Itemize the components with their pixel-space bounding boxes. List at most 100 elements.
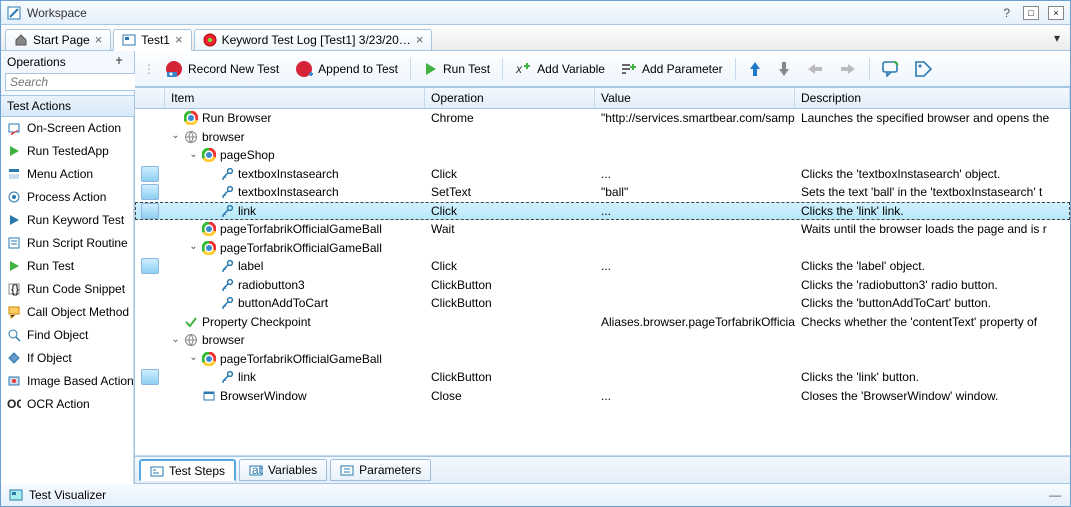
- item-cell: ⌄pageShop: [165, 148, 425, 162]
- table-row[interactable]: Property CheckpointAliases.browser.pageT…: [135, 313, 1070, 332]
- append-to-test-button[interactable]: Append to Test: [288, 55, 404, 83]
- value-cell: ...: [595, 389, 795, 403]
- add-variable-button[interactable]: x Add Variable: [509, 56, 611, 82]
- operation-icon: OCR: [7, 397, 21, 411]
- tab-test-steps[interactable]: Test Steps: [139, 459, 236, 481]
- tag-button[interactable]: [909, 57, 939, 81]
- tab-dropdown[interactable]: ▾: [1050, 31, 1064, 45]
- row-icon: [184, 333, 198, 347]
- table-row[interactable]: pageTorfabrikOfficialGameBallWaitWaits u…: [135, 220, 1070, 239]
- operation-item[interactable]: Run Test: [1, 255, 133, 278]
- tab-variables[interactable]: ab Variables: [239, 459, 327, 481]
- category-test-actions[interactable]: Test Actions: [1, 95, 134, 117]
- thumbnail-icon: [141, 369, 159, 385]
- operation-label: Run Code Snippet: [27, 282, 125, 296]
- operation-item[interactable]: Run TestedApp: [1, 140, 133, 163]
- operation-item[interactable]: If Object: [1, 347, 133, 370]
- record-new-test-button[interactable]: Record New Test: [158, 55, 285, 83]
- item-cell: buttonAddToCart: [165, 296, 425, 310]
- operation-item[interactable]: Process Action: [1, 186, 133, 209]
- home-icon: [14, 33, 28, 47]
- workspace-icon: [7, 6, 21, 20]
- operation-label: OCR Action: [27, 397, 90, 411]
- table-row[interactable]: textboxInstasearchClick...Clicks the 'te…: [135, 165, 1070, 184]
- expand-toggle[interactable]: ⌄: [171, 336, 180, 345]
- row-icon: [202, 352, 216, 366]
- expand-toggle[interactable]: ⌄: [189, 243, 198, 252]
- item-label: link: [238, 370, 256, 384]
- value-cell: ...: [595, 204, 795, 218]
- col-value-header[interactable]: Value: [595, 88, 795, 108]
- pin-icon[interactable]: [114, 57, 128, 67]
- row-icon: [220, 296, 234, 310]
- tab-test1[interactable]: Test1 ×: [113, 29, 191, 51]
- row-icon: [184, 130, 198, 144]
- table-row[interactable]: textboxInstasearchSetText"ball"Sets the …: [135, 183, 1070, 202]
- maximize-button[interactable]: □: [1023, 6, 1039, 20]
- table-row[interactable]: ⌄browser: [135, 128, 1070, 147]
- value-cell: "ball": [595, 185, 795, 199]
- row-icon: [202, 389, 216, 403]
- test-icon: [122, 33, 136, 47]
- tab-keyword-test-log[interactable]: Keyword Test Log [Test1] 3/23/20… ×: [194, 29, 433, 51]
- tab-parameters[interactable]: Parameters: [330, 459, 431, 481]
- operation-cell: Click: [425, 259, 595, 273]
- table-row[interactable]: buttonAddToCartClickButtonClicks the 'bu…: [135, 294, 1070, 313]
- operation-item[interactable]: Image Based Action: [1, 370, 133, 393]
- row-icon: [220, 278, 234, 292]
- table-row[interactable]: radiobutton3ClickButtonClicks the 'radio…: [135, 276, 1070, 295]
- editor-toolbar: ⋮ Record New Test Append to Test Run Tes…: [135, 51, 1070, 87]
- svg-text:x: x: [515, 62, 523, 76]
- value-cell: ...: [595, 259, 795, 273]
- operation-item[interactable]: On-Screen Action: [1, 117, 133, 140]
- comment-button[interactable]: [876, 57, 906, 81]
- visualizer-icon: [9, 488, 23, 502]
- col-description-header[interactable]: Description: [795, 88, 1070, 108]
- operation-item[interactable]: {}Run Code Snippet: [1, 278, 133, 301]
- operation-item[interactable]: Menu Action: [1, 163, 133, 186]
- expand-toggle[interactable]: ⌄: [189, 354, 198, 363]
- help-button[interactable]: ?: [1003, 6, 1010, 20]
- tab-start-page[interactable]: Start Page ×: [5, 29, 111, 51]
- item-cell: link: [165, 370, 425, 384]
- move-left-button[interactable]: [800, 58, 830, 80]
- close-icon[interactable]: ×: [175, 32, 183, 47]
- table-row[interactable]: linkClick...Clicks the 'link' link.: [135, 202, 1070, 221]
- move-down-button[interactable]: [771, 56, 797, 82]
- description-cell: Clicks the 'label' object.: [795, 259, 1070, 273]
- row-icon: [220, 370, 234, 384]
- svg-text:ab: ab: [252, 463, 263, 477]
- add-parameter-button[interactable]: Add Parameter: [614, 56, 729, 82]
- table-row[interactable]: ⌄browser: [135, 331, 1070, 350]
- minimize-button[interactable]: —: [1048, 488, 1062, 502]
- editor-bottom-tabs: Test Steps ab Variables Parameters: [135, 456, 1070, 484]
- operation-item[interactable]: OCR OCR Action: [1, 393, 133, 416]
- move-up-button[interactable]: [742, 56, 768, 82]
- operation-item[interactable]: Run Keyword Test: [1, 209, 133, 232]
- operations-panel: Operations Test Actions On-Screen Action…: [1, 51, 135, 484]
- expand-toggle[interactable]: ⌄: [171, 132, 180, 141]
- tab-label: Test Steps: [169, 464, 225, 478]
- table-row[interactable]: BrowserWindowClose...Closes the 'Browser…: [135, 387, 1070, 406]
- operation-item[interactable]: Call Object Method: [1, 301, 133, 324]
- col-operation-header[interactable]: Operation: [425, 88, 595, 108]
- close-icon[interactable]: ×: [416, 32, 424, 47]
- expand-toggle[interactable]: ⌄: [189, 151, 198, 160]
- operation-item[interactable]: Find Object: [1, 324, 133, 347]
- table-row[interactable]: ⌄pageTorfabrikOfficialGameBall: [135, 239, 1070, 258]
- close-button[interactable]: ×: [1048, 6, 1064, 20]
- operation-item[interactable]: Run Script Routine: [1, 232, 133, 255]
- table-row[interactable]: linkClickButtonClicks the 'link' button.: [135, 368, 1070, 387]
- item-label: Property Checkpoint: [202, 315, 311, 329]
- col-item-header[interactable]: Item: [165, 88, 425, 108]
- table-row[interactable]: labelClick...Clicks the 'label' object.: [135, 257, 1070, 276]
- table-row[interactable]: Run BrowserChrome"http://services.smartb…: [135, 109, 1070, 128]
- close-icon[interactable]: ×: [95, 32, 103, 47]
- table-row[interactable]: ⌄pageTorfabrikOfficialGameBall: [135, 350, 1070, 369]
- table-row[interactable]: ⌄pageShop: [135, 146, 1070, 165]
- item-cell: pageTorfabrikOfficialGameBall: [165, 222, 425, 236]
- document-tabs: Start Page × Test1 × Keyword Test Log [T…: [1, 25, 1070, 51]
- move-right-button[interactable]: [833, 58, 863, 80]
- run-test-button[interactable]: Run Test: [417, 57, 496, 81]
- grid-header: Item Operation Value Description: [135, 87, 1070, 109]
